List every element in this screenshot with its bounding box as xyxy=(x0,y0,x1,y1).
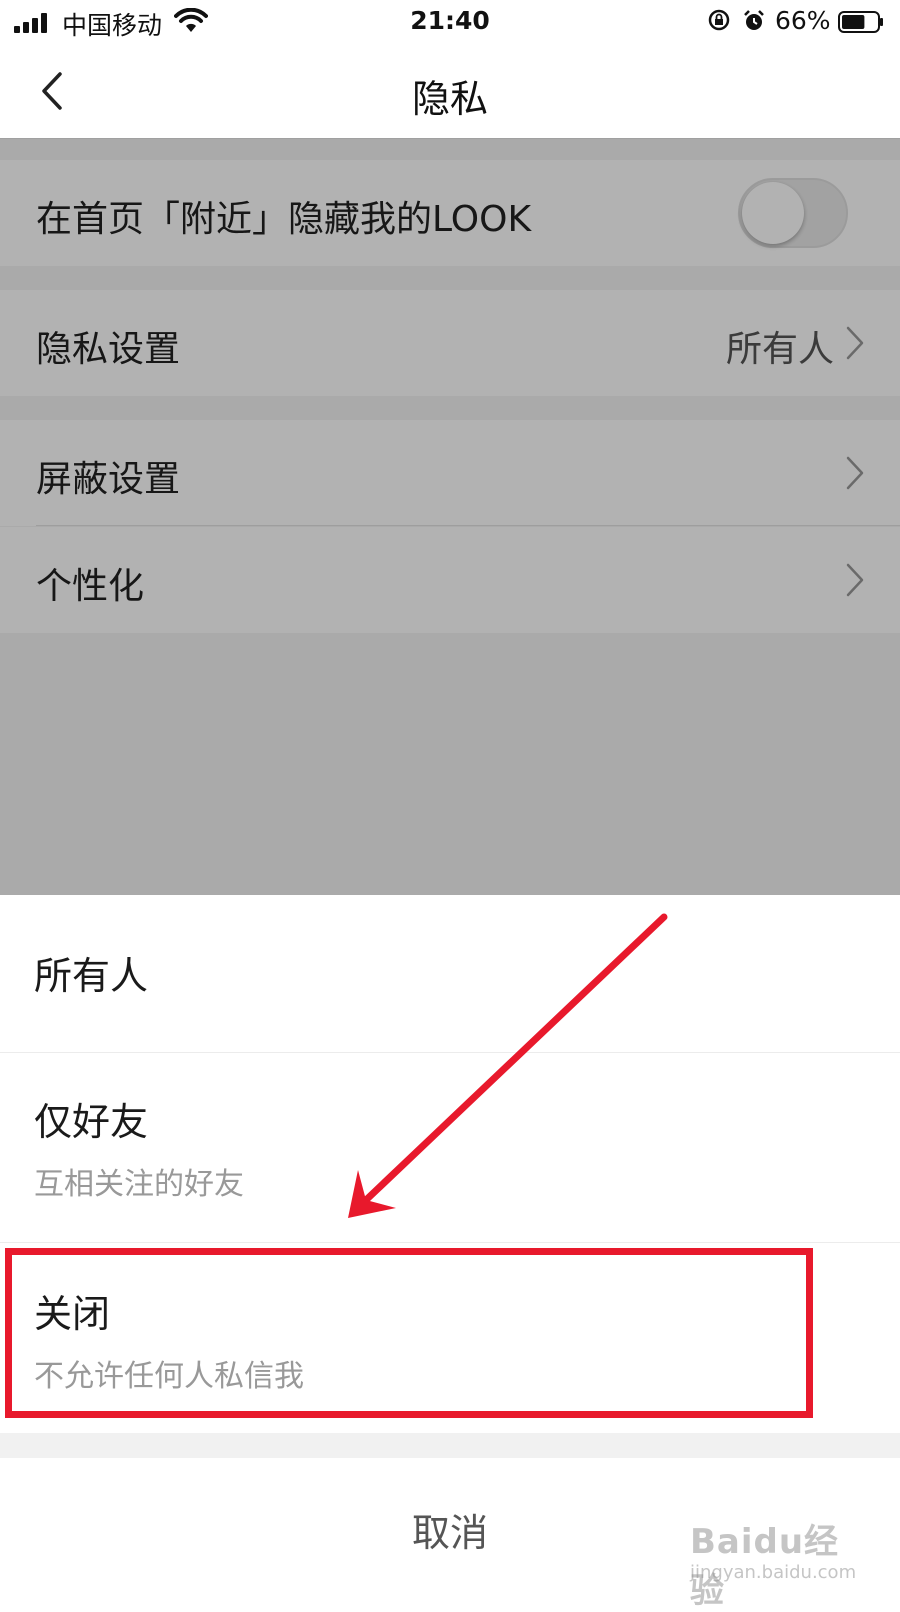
option-friends-only[interactable]: 仅好友 互相关注的好友 xyxy=(0,1053,900,1243)
navigation-bar: 隐私 xyxy=(0,44,900,139)
modal-backdrop[interactable] xyxy=(0,138,900,895)
option-title: 所有人 xyxy=(34,954,149,998)
alarm-icon xyxy=(744,10,764,30)
option-title: 仅好友 xyxy=(34,1100,149,1144)
rotation-lock-icon xyxy=(708,9,730,31)
watermark-url: jingyan.baidu.com xyxy=(690,1562,857,1583)
highlight-box xyxy=(5,1248,813,1418)
page-title: 隐私 xyxy=(411,77,488,121)
battery-icon xyxy=(838,11,883,33)
status-bar: 中国移动 21:40 66% xyxy=(0,0,900,44)
baidu-watermark: Baidu经验 jingyan.baidu.com xyxy=(690,1510,860,1611)
battery-percent: 66% xyxy=(775,6,831,35)
option-everyone[interactable]: 所有人 xyxy=(0,895,900,1053)
option-subtitle: 互相关注的好友 xyxy=(34,1167,244,1202)
